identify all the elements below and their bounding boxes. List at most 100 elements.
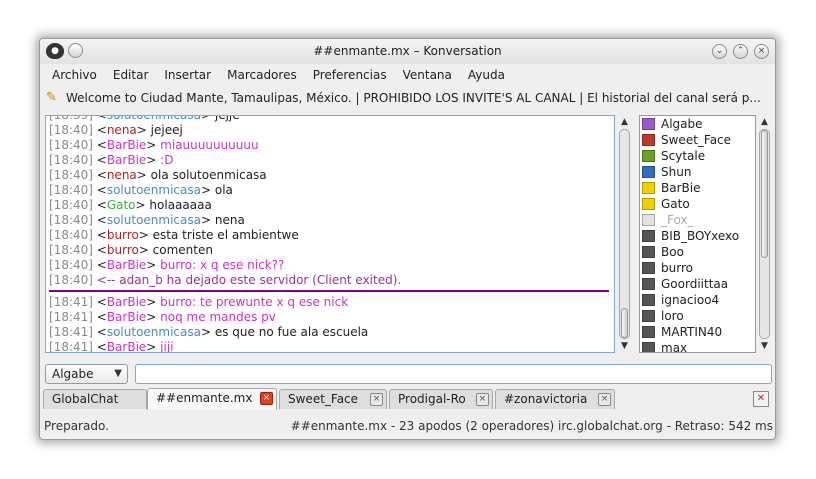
nick-list-item[interactable]: loro: [640, 308, 755, 324]
user-status-icon: [642, 310, 655, 322]
tab-zonavictoria[interactable]: #zonavictoria ×: [495, 389, 615, 409]
chat-line: [18:40] <BarBie> burro: x q ese nick??: [49, 258, 285, 272]
tab-prodigal-ro[interactable]: Prodigal-Ro ×: [389, 389, 493, 409]
nick-name: Scytale: [661, 149, 706, 163]
chat-scroll-thumb[interactable]: [621, 308, 628, 338]
nick-list-item[interactable]: _Fox_: [640, 212, 755, 228]
nick-list-item[interactable]: Gato: [640, 196, 755, 212]
nick-name: Sweet_Face: [661, 133, 732, 147]
chat-message: miauuuuuuuuuu: [160, 138, 259, 152]
close-current-tab-icon[interactable]: ✕: [753, 391, 769, 407]
user-status-icon: [642, 150, 655, 162]
nickname-selected: Algabe: [52, 367, 94, 381]
close-window-button[interactable]: ×: [754, 44, 769, 59]
timestamp: [18:40]: [49, 243, 93, 257]
chat-message: holaaaaaa: [149, 198, 212, 212]
minimize-button[interactable]: ⌄: [712, 44, 727, 59]
tab-label: GlobalChat: [52, 392, 119, 406]
chat-log: [18:39] <solutoenmicasa> jejje [18:40] <n…: [49, 115, 613, 353]
maximize-button[interactable]: ⌃: [733, 44, 748, 59]
nick-list-item[interactable]: burro: [640, 260, 755, 276]
tab-label: ##enmante.mx: [156, 391, 253, 405]
menu-ayuda[interactable]: Ayuda: [460, 65, 513, 85]
nick-list-item[interactable]: Boo: [640, 244, 755, 260]
chat-nick: nena: [106, 168, 137, 182]
timestamp: [18:41]: [49, 325, 93, 339]
timestamp: [18:40]: [49, 153, 93, 167]
nick-list-item[interactable]: BarBie: [640, 180, 755, 196]
chat-line: [18:41] <BarBie> burro: te prewunte x q …: [49, 295, 349, 309]
konversation-window: ● ##enmante.mx – Konversation ⌄ ⌃ × Arch…: [39, 38, 776, 440]
chat-line: [18:39] <solutoenmicasa> jejje: [49, 115, 613, 123]
nick-list-item[interactable]: ignacioo4: [640, 292, 755, 308]
close-tab-icon[interactable]: ×: [476, 393, 489, 406]
sticky-button[interactable]: [68, 43, 83, 58]
chat-message: es que no fue ala escuela: [214, 325, 369, 339]
close-tab-icon[interactable]: ×: [370, 393, 383, 406]
chat-message: jejeej: [150, 123, 183, 137]
chevron-down-icon: ▼: [114, 368, 122, 379]
nick-list-item[interactable]: Scytale: [640, 148, 755, 164]
nick-list-item[interactable]: max: [640, 340, 755, 352]
chat-view[interactable]: [18:39] <solutoenmicasa> jejje [18:40] <n…: [45, 115, 615, 353]
edit-topic-icon[interactable]: ✎: [46, 90, 62, 106]
chat-line: [18:40] <BarBie> :D: [49, 153, 174, 167]
tab-globalchat[interactable]: GlobalChat: [43, 389, 147, 409]
nick-scroll-track[interactable]: [759, 129, 770, 339]
user-status-icon: [642, 278, 655, 290]
chat-message: :D: [160, 153, 174, 167]
system-message: [18:40] <-- adan_b ha dejado este servid…: [49, 273, 613, 288]
nick-list-item[interactable]: Shun: [640, 164, 755, 180]
nick-list-items: Algabe Sweet_Face Scytale Shun BarBie Gato _Fo…: [640, 116, 755, 352]
tab-enmante[interactable]: ##enmante.mx ×: [147, 388, 277, 410]
tab-sweet-face[interactable]: Sweet_Face ×: [279, 389, 387, 409]
chat-nick: nena: [106, 123, 137, 137]
nick-list-item[interactable]: Sweet_Face: [640, 132, 755, 148]
menu-editar[interactable]: Editar: [105, 65, 157, 85]
nick-list[interactable]: Algabe Sweet_Face Scytale Shun BarBie Gato _Fo…: [639, 115, 756, 353]
menu-ventana[interactable]: Ventana: [395, 65, 460, 85]
nickname-selector[interactable]: Algabe ▼: [45, 364, 128, 384]
user-status-icon: [642, 214, 655, 226]
nick-name: Shun: [661, 165, 692, 179]
timestamp: [18:40]: [49, 183, 93, 197]
scroll-up-arrow-icon[interactable]: ▲: [617, 115, 632, 129]
user-status-icon: [642, 182, 655, 194]
chat-scrollbar[interactable]: ▲ ▼: [617, 115, 632, 353]
chat-message: esta triste el ambientwe: [152, 228, 299, 242]
menu-preferencias[interactable]: Preferencias: [305, 65, 395, 85]
chat-scroll-track[interactable]: [619, 129, 630, 339]
user-status-icon: [642, 118, 655, 130]
menu-marcadores[interactable]: Marcadores: [219, 65, 305, 85]
close-tab-icon[interactable]: ×: [260, 392, 273, 405]
timestamp: [18:39]: [49, 115, 93, 122]
nick-name: Boo: [661, 245, 684, 259]
nick-list-item[interactable]: MARTIN40: [640, 324, 755, 340]
channel-topic[interactable]: ✎ Welcome to Ciudad Mante, Tamaulipas, M…: [46, 88, 772, 108]
nick-scroll-up-arrow-icon[interactable]: ▲: [757, 115, 772, 129]
close-tab-icon[interactable]: ×: [598, 393, 611, 406]
scroll-down-arrow-icon[interactable]: ▼: [617, 339, 632, 353]
menu-archivo[interactable]: Archivo: [44, 65, 105, 85]
nick-list-item[interactable]: Algabe: [640, 116, 755, 132]
nick-list-item[interactable]: Goordiittaa: [640, 276, 755, 292]
user-status-icon: [642, 134, 655, 146]
nick-scroll-down-arrow-icon[interactable]: ▼: [757, 339, 772, 353]
last-read-marker: [49, 290, 609, 292]
status-text: Preparado.: [44, 419, 109, 433]
nick-name: Algabe: [661, 117, 703, 131]
nick-name: MARTIN40: [661, 325, 723, 339]
chat-message: ola solutoenmicasa: [150, 168, 267, 182]
nick-list-item[interactable]: BIB_BOYxexo: [640, 228, 755, 244]
menu-bar: Archivo Editar Insertar Marcadores Prefe…: [44, 65, 513, 85]
nicklist-scrollbar[interactable]: ▲ ▼: [757, 115, 772, 353]
nick-scroll-thumb[interactable]: [761, 130, 768, 258]
menu-insertar[interactable]: Insertar: [156, 65, 219, 85]
chat-nick: BarBie: [106, 310, 147, 324]
chat-message: jiji: [160, 340, 174, 353]
chat-line: [18:40] <nena> jejeej: [49, 123, 183, 137]
nick-name: burro: [661, 261, 693, 275]
message-input[interactable]: [135, 364, 772, 384]
konversation-app-icon[interactable]: ●: [46, 43, 64, 59]
user-status-icon: [642, 166, 655, 178]
